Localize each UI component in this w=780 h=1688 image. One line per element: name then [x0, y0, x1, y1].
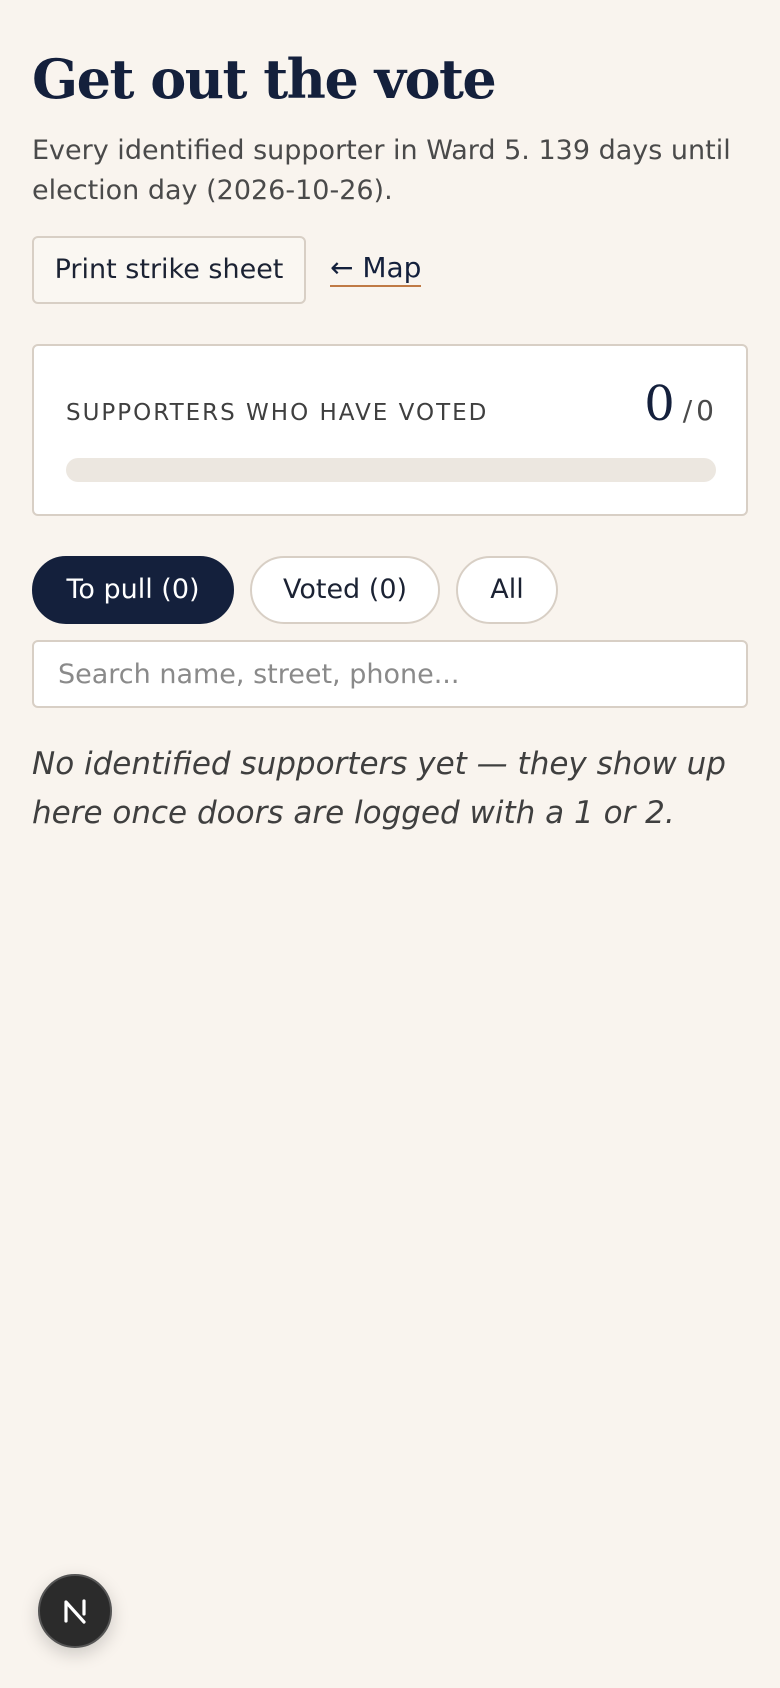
back-to-map-link[interactable]: ← Map	[330, 253, 422, 287]
page-title: Get out the vote	[32, 47, 497, 111]
action-bar: Print strike sheet ← Map	[32, 236, 422, 304]
voted-count-value: 0	[644, 376, 675, 432]
voted-progress-label: SUPPORTERS WHO HAVE VOTED	[66, 400, 489, 426]
search-input[interactable]	[32, 640, 748, 708]
page-subtitle: Every identified supporter in Ward 5. 13…	[32, 135, 731, 206]
voted-count: 0/0	[644, 376, 714, 432]
devtools-badge-button[interactable]	[38, 1574, 112, 1648]
filter-all[interactable]: All	[456, 556, 558, 624]
voted-progress-bar	[66, 458, 716, 482]
voted-count-separator: /	[682, 394, 693, 427]
voted-count-total: 0	[696, 394, 714, 427]
filter-voted[interactable]: Voted (0)	[250, 556, 440, 624]
print-strike-sheet-button[interactable]: Print strike sheet	[32, 236, 306, 304]
voted-progress-card: SUPPORTERS WHO HAVE VOTED 0/0	[32, 344, 748, 516]
filter-to-pull[interactable]: To pull (0)	[32, 556, 234, 624]
empty-state-message: No identified supporters yet — they show…	[32, 746, 726, 831]
nextjs-logo-icon	[64, 1599, 86, 1624]
filter-tabs: To pull (0) Voted (0) All	[32, 556, 574, 624]
